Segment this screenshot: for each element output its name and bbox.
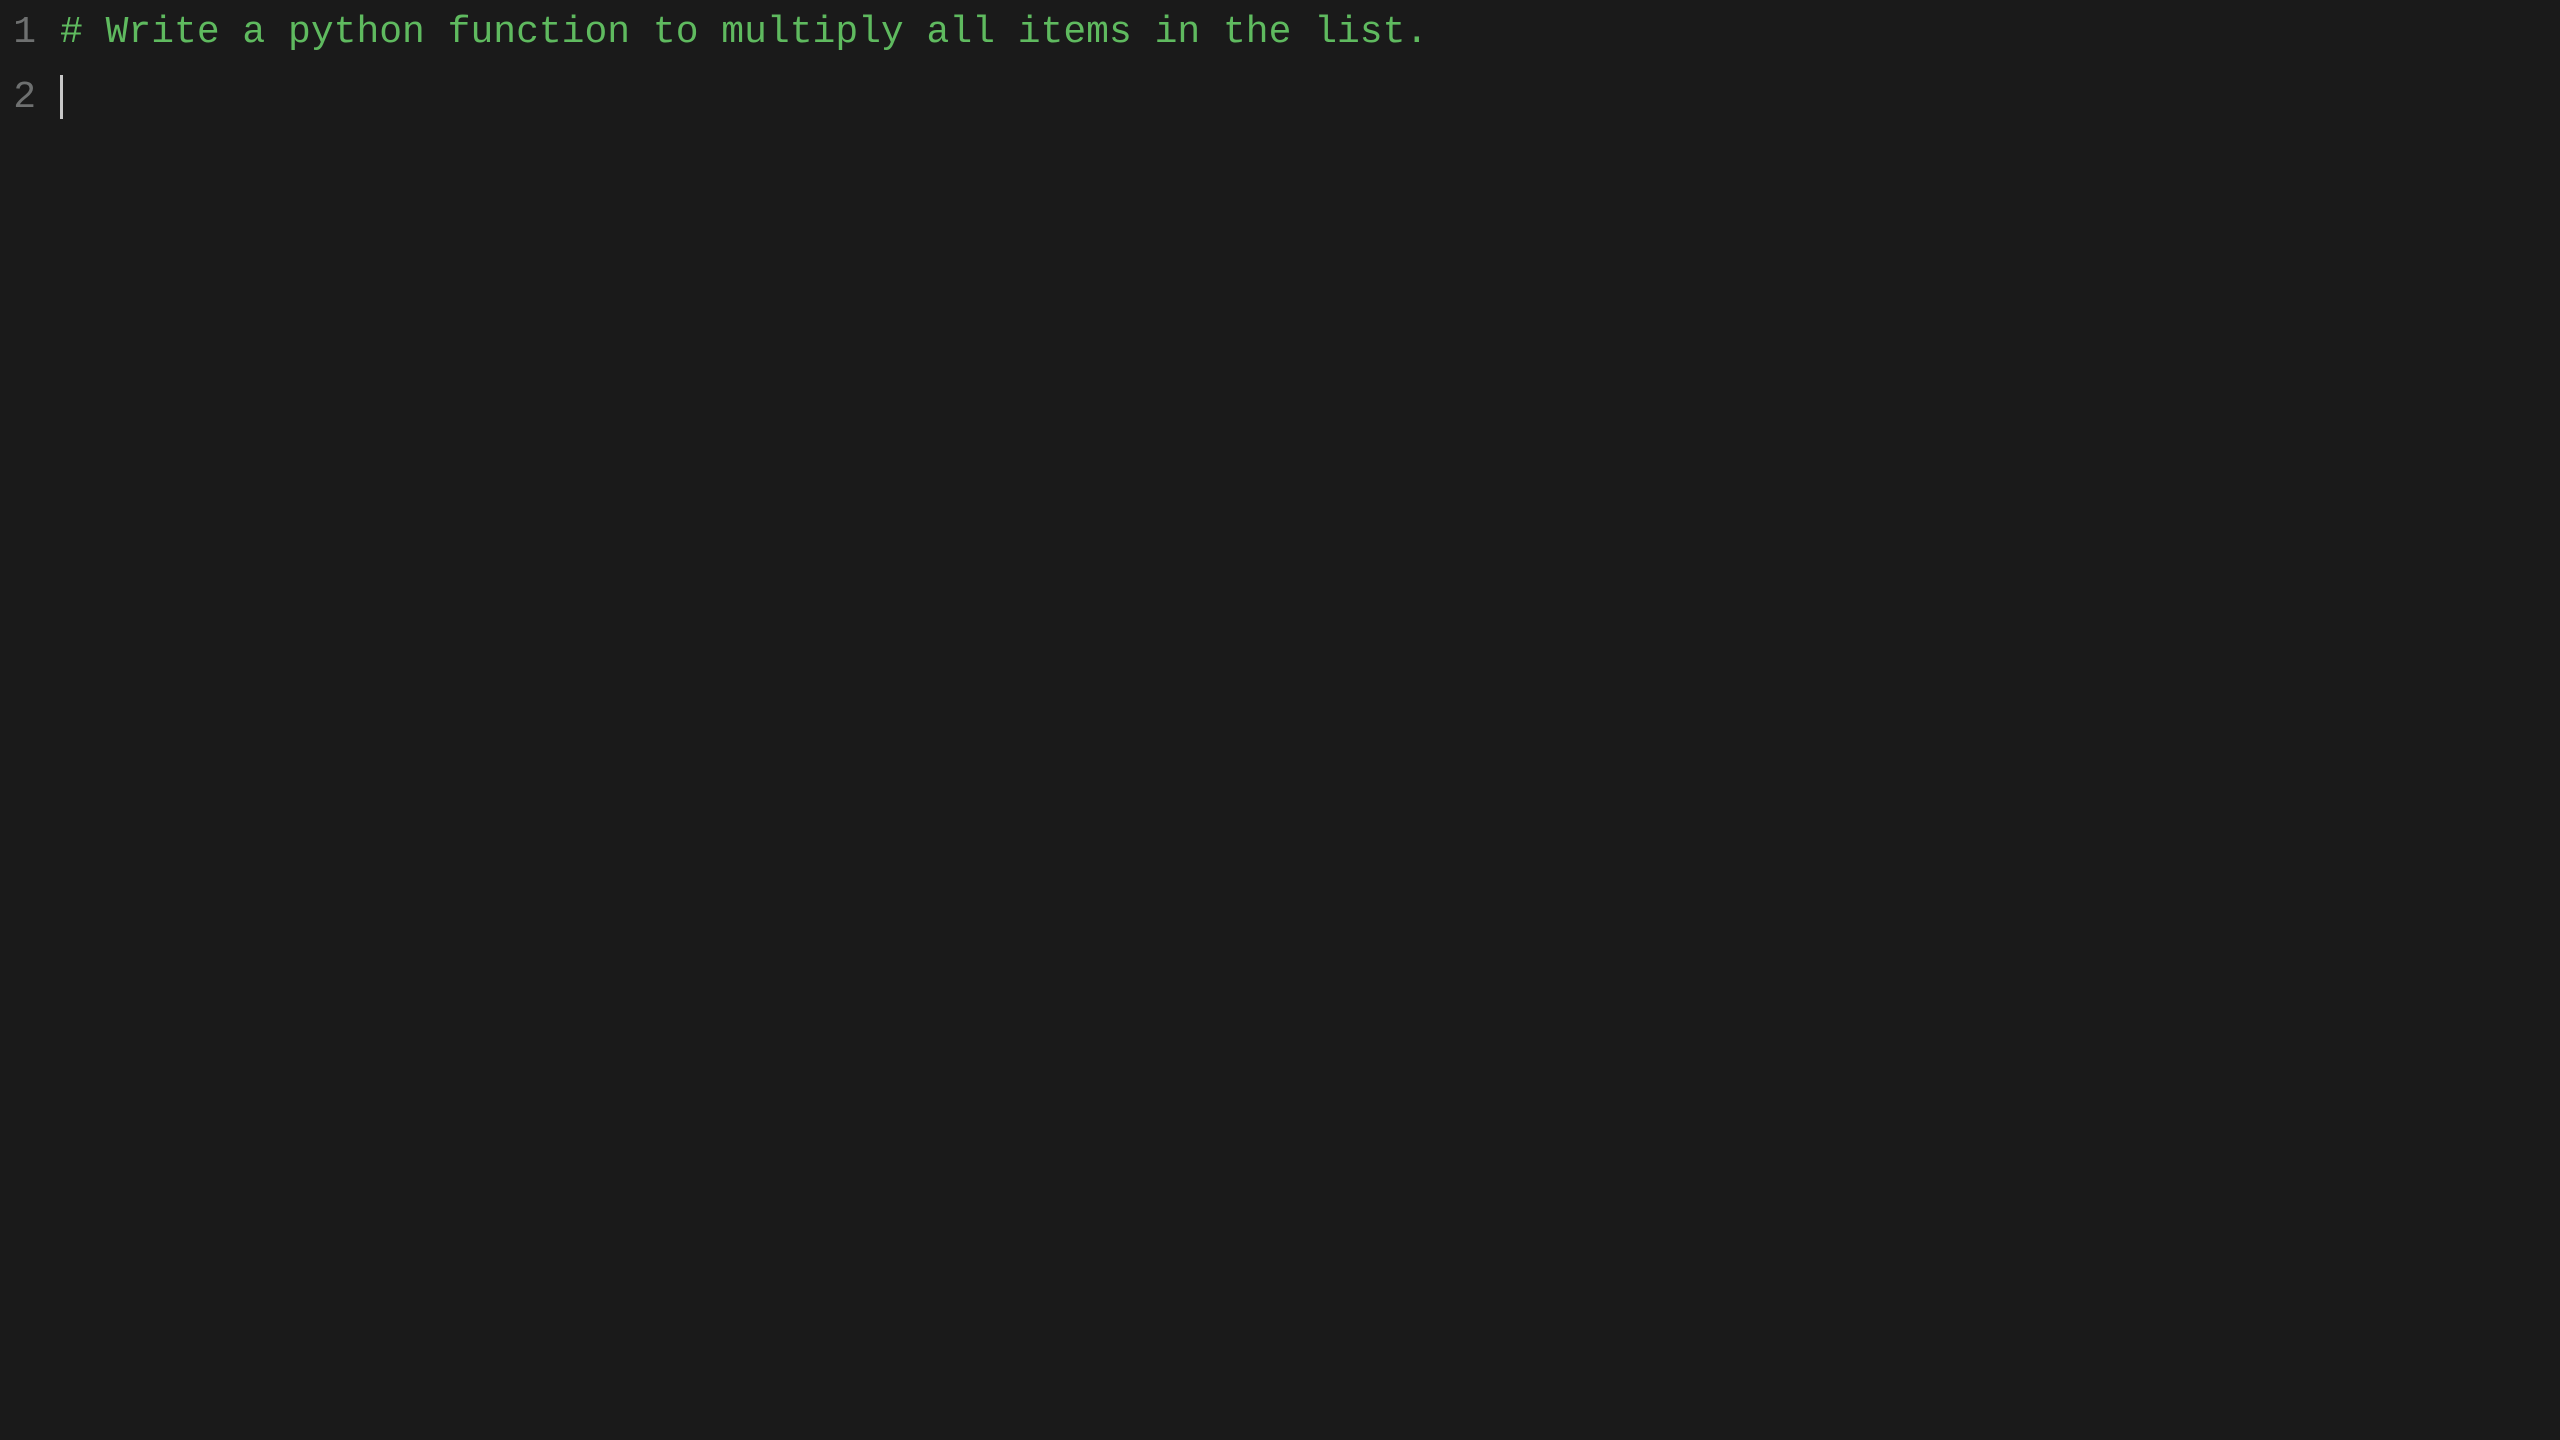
line-number-2: 2 xyxy=(0,69,60,126)
line-number-1: 1 xyxy=(0,4,60,61)
line-content-2 xyxy=(60,69,2560,126)
code-editor[interactable]: 1 # Write a python function to multiply … xyxy=(0,0,2560,1440)
text-cursor xyxy=(60,75,63,119)
editor-line-2: 2 xyxy=(0,65,2560,130)
line-content-1: # Write a python function to multiply al… xyxy=(60,4,2560,61)
editor-line-1: 1 # Write a python function to multiply … xyxy=(0,0,2560,65)
